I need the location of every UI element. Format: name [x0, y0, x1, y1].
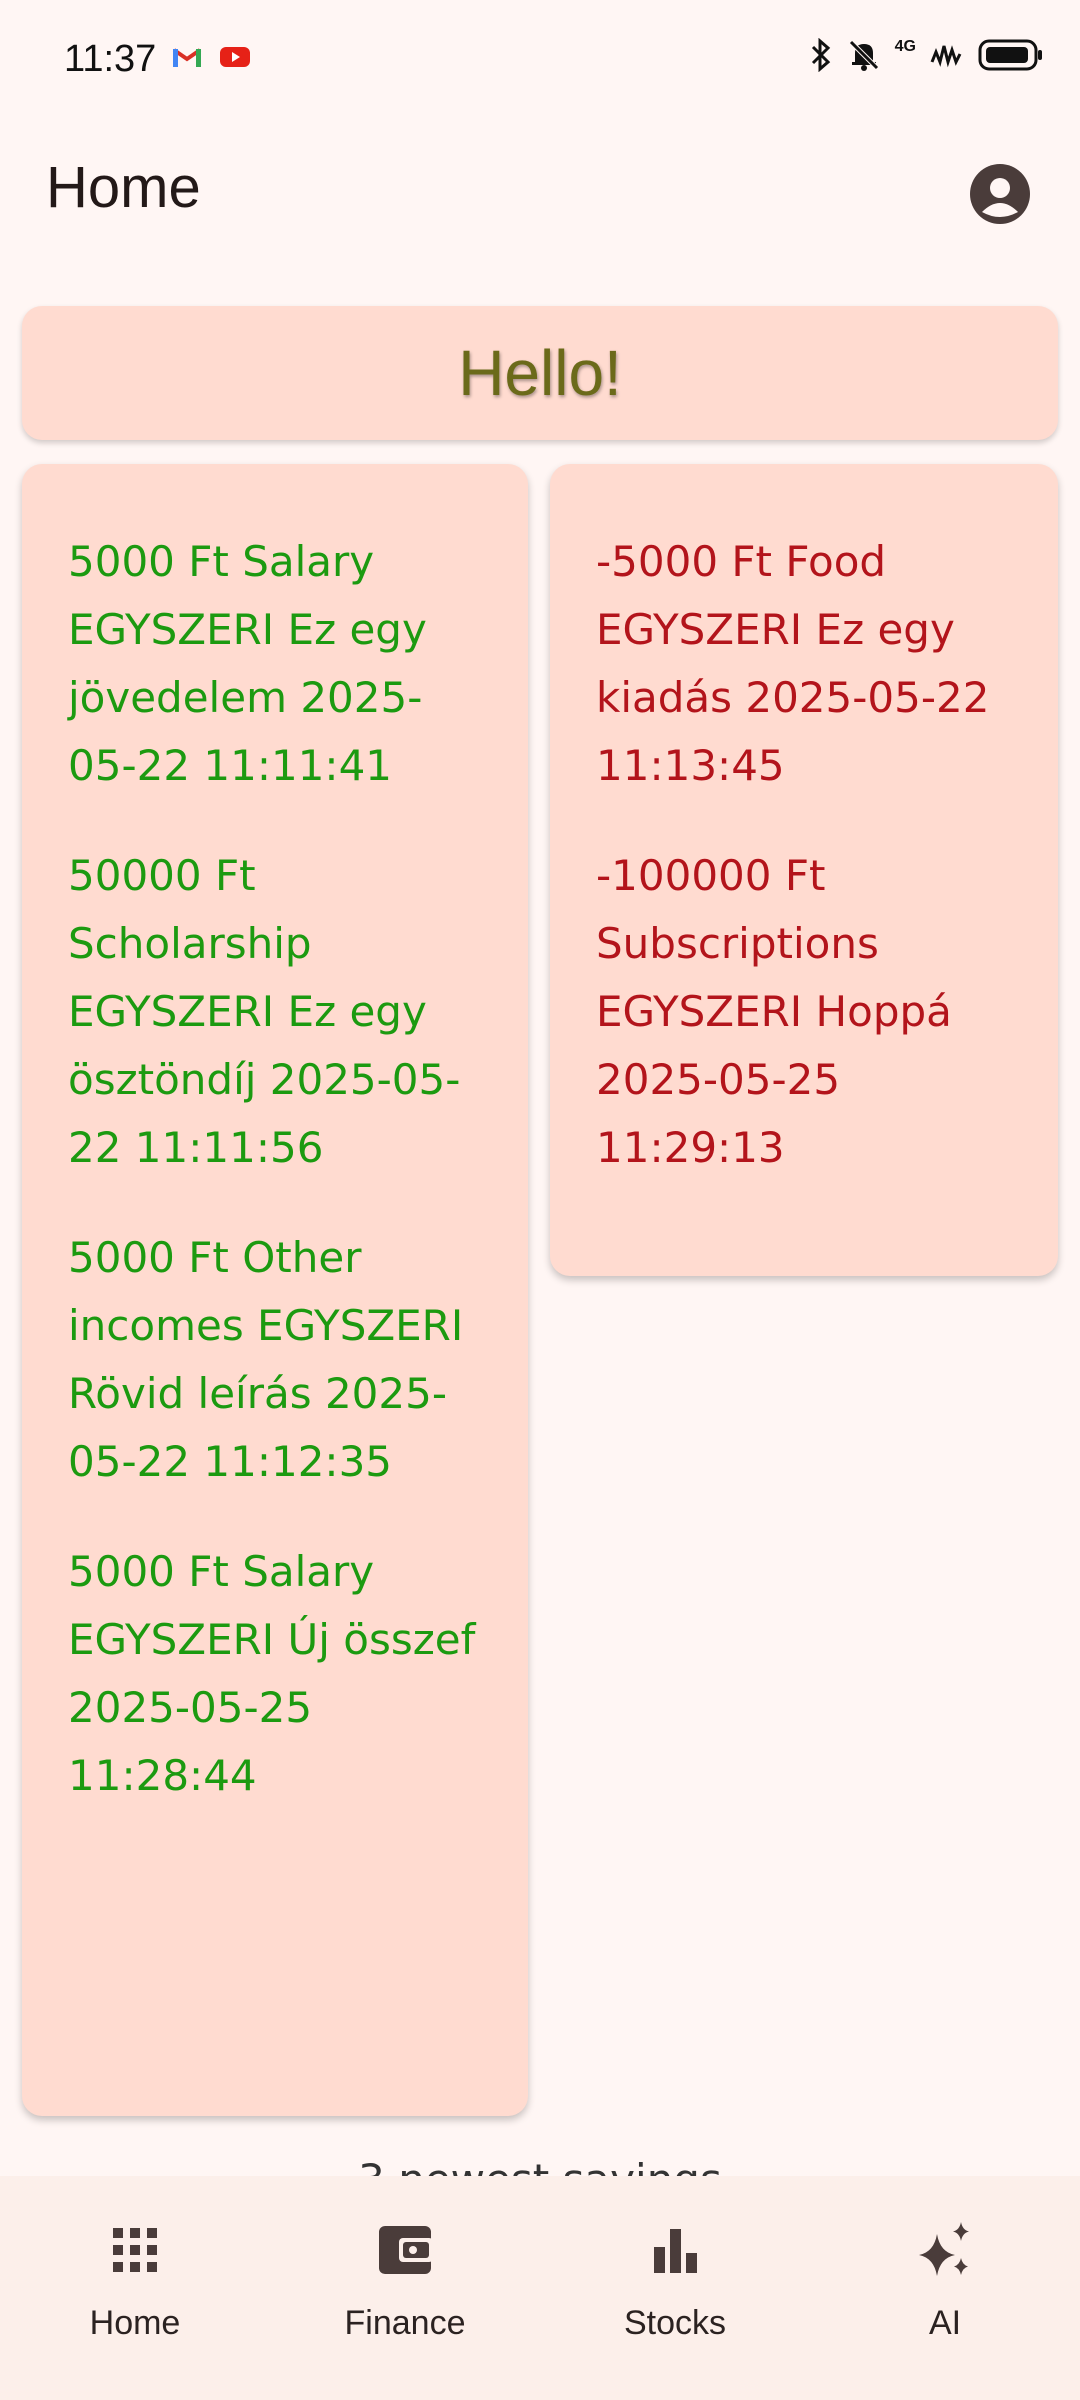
- savings-section-heading: 3 newest savings: [0, 2150, 1080, 2176]
- account-button[interactable]: [970, 164, 1030, 224]
- income-item: 50000 Ft Scholarship EGYSZERI Ez egy ösz…: [68, 851, 461, 1172]
- nav-item-stocks[interactable]: Stocks: [540, 2176, 810, 2400]
- nav-label: Stocks: [623, 2304, 727, 2342]
- gmail-icon: [172, 46, 202, 72]
- youtube-icon: [220, 46, 250, 72]
- greeting-text: Hello!: [458, 337, 622, 409]
- nav-label: AI: [928, 2304, 962, 2342]
- nav-item-ai[interactable]: AI: [810, 2176, 1080, 2400]
- bluetooth-icon: [809, 37, 833, 76]
- expense-item: -5000 Ft Food EGYSZERI Ez egy kiadás 202…: [596, 537, 990, 790]
- apps-grid-icon: [105, 2220, 165, 2280]
- status-time: 11:37: [64, 38, 157, 80]
- bell-muted-icon: [847, 38, 881, 76]
- sparkle-icon: [915, 2220, 975, 2280]
- income-item: 5000 Ft Salary EGYSZERI Ez egy jövedelem…: [68, 537, 427, 790]
- bottom-navigation: Home Finance Stocks AI: [0, 2176, 1080, 2400]
- expense-item: -100000 Ft Subscriptions EGYSZERI Hoppá …: [596, 851, 952, 1172]
- expense-list-card: -5000 Ft Food EGYSZERI Ez egy kiadás 202…: [550, 464, 1058, 1276]
- greeting-card: Hello!: [22, 306, 1058, 440]
- bar-chart-icon: [645, 2220, 705, 2280]
- income-item: 5000 Ft Other incomes EGYSZERI Rövid leí…: [68, 1233, 464, 1486]
- wallet-icon: [375, 2220, 435, 2280]
- income-list-card: 5000 Ft Salary EGYSZERI Ez egy jövedelem…: [22, 464, 528, 2116]
- battery-icon: [978, 38, 1044, 76]
- account-circle-icon: [982, 178, 1018, 217]
- nav-item-finance[interactable]: Finance: [270, 2176, 540, 2400]
- signal-icon: [930, 40, 964, 74]
- status-bar: 11:37 4G: [0, 0, 1080, 128]
- nav-label: Finance: [344, 2304, 466, 2342]
- page-title: Home: [46, 155, 201, 220]
- nav-item-home[interactable]: Home: [0, 2176, 270, 2400]
- network-type: 4G: [894, 38, 916, 55]
- nav-label: Home: [89, 2304, 181, 2342]
- income-item: 5000 Ft Salary EGYSZERI Új összef 2025-0…: [68, 1547, 476, 1800]
